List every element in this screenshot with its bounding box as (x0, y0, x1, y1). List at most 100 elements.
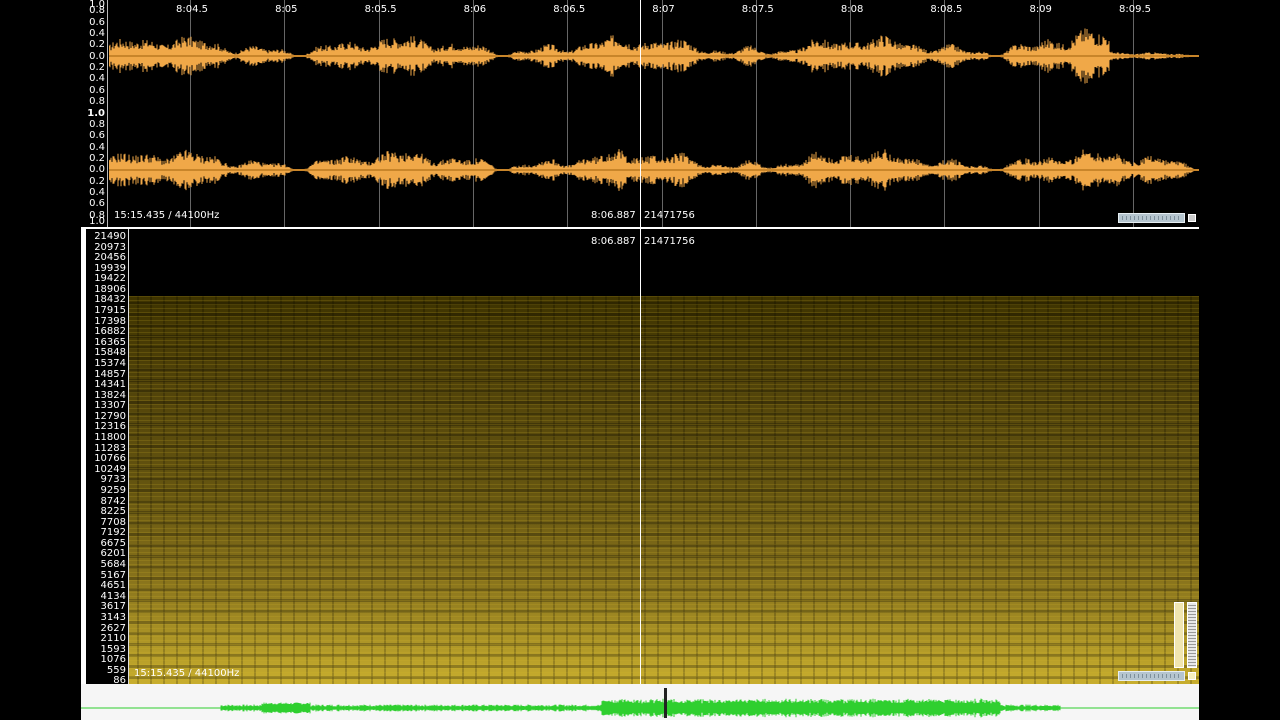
frequency-tick: 9733 (100, 474, 126, 486)
frequency-tick: 10766 (94, 453, 126, 465)
amplitude-tick: 0.4 (89, 73, 105, 85)
time-label: 8:09 (1029, 4, 1052, 15)
amplitude-tick: 0.2 (89, 152, 105, 164)
frequency-tick: 7192 (100, 527, 126, 539)
frequency-tick: 2110 (100, 633, 126, 645)
cursor-time: 8:06.887 (591, 210, 636, 221)
amplitude-tick: 0.8 (89, 118, 105, 130)
cursor-sample: 21471756 (644, 210, 695, 221)
position-info: 15:15.435 / 44100Hz (114, 210, 220, 221)
frequency-tick: 17398 (94, 315, 126, 327)
time-label: 8:08.5 (930, 4, 963, 15)
frequency-tick: 15848 (94, 347, 126, 359)
spectrogram-plot[interactable]: 8:06.887 21471756 15:15.435 / 44100Hz (129, 229, 1199, 684)
time-label: 8:05 (275, 4, 298, 15)
frequency-tick: 20456 (94, 252, 126, 264)
spectrogram-panel[interactable]: 21490 20973 20456 19939 19422 18906 18432 17915… (81, 229, 1199, 686)
overview-waveform (81, 698, 1199, 718)
frequency-tick: 5167 (100, 569, 126, 581)
amplitude-tick: 1.0 (87, 107, 105, 119)
frequency-tick: 8742 (100, 495, 126, 507)
frequency-tick: 11283 (94, 442, 126, 454)
frequency-tick: 4134 (100, 590, 126, 602)
amplitude-tick: 0.2 (89, 175, 105, 187)
frequency-tick: 6675 (100, 537, 126, 549)
frequency-tick: 13824 (94, 389, 126, 401)
frequency-tick: 3617 (100, 601, 126, 613)
playhead-line[interactable] (640, 229, 641, 684)
frequency-tick: 18906 (94, 283, 126, 295)
frequency-tick: 16882 (94, 326, 126, 338)
time-label: 8:09.5 (1119, 4, 1151, 15)
frequency-tick: 20973 (94, 241, 126, 253)
amplitude-tick: 0.2 (89, 62, 105, 74)
frequency-tick: 3143 (100, 611, 126, 623)
frequency-tick: 7708 (100, 516, 126, 528)
amplitude-tick: 0.0 (89, 164, 105, 176)
frequency-axis: 21490 20973 20456 19939 19422 18906 18432 17915… (81, 229, 129, 686)
amplitude-tick: 0.6 (89, 16, 105, 28)
frequency-tick: 10249 (94, 463, 126, 475)
frequency-tick: 14341 (94, 379, 126, 391)
spectrogram-zoom-toggle[interactable] (1188, 672, 1196, 680)
frequency-tick: 4651 (100, 580, 126, 592)
audio-editor: 1.0 0.8 0.6 0.4 0.2 0.0 0.2 0.4 0.6 0.8 1.0 0.8 0.6 0… (81, 0, 1199, 720)
spectrogram-gain-slider[interactable] (1174, 602, 1184, 668)
overview-position-cursor[interactable] (664, 688, 667, 718)
frequency-tick: 21490 (94, 231, 126, 242)
waveform-plot[interactable]: 15:15.435 / 44100Hz 8:06.887 21471756 8:… (109, 0, 1199, 227)
frequency-tick: 18432 (94, 294, 126, 306)
overview-bar[interactable] (81, 684, 1199, 720)
amplitude-tick: 0.6 (89, 84, 105, 96)
frequency-tick: 11800 (94, 432, 126, 444)
frequency-tick: 17915 (94, 305, 126, 317)
waveform-zoom-scrollbar[interactable] (1118, 213, 1185, 223)
waveform-panel[interactable]: 1.0 0.8 0.6 0.4 0.2 0.0 0.2 0.4 0.6 0.8 1.0 0.8 0.6 0… (81, 0, 1199, 227)
frequency-tick: 16365 (94, 336, 126, 348)
frequency-tick: 13307 (94, 400, 126, 412)
spectrogram-scale-bar[interactable] (1187, 602, 1197, 668)
frequency-tick: 559 (106, 664, 126, 676)
time-label: 8:07 (652, 4, 675, 15)
time-label: 8:06 (463, 4, 487, 15)
frequency-tick: 19939 (94, 262, 126, 274)
frequency-axis-bar (81, 229, 86, 684)
cursor-time: 8:06.887 (591, 236, 636, 247)
amplitude-tick: 0.4 (89, 141, 105, 153)
amplitude-tick: 0.2 (89, 39, 105, 51)
spectrogram-zoom-scrollbar[interactable] (1118, 671, 1185, 681)
frequency-tick: 1076 (100, 654, 126, 666)
time-label: 8:08 (840, 4, 864, 15)
frequency-tick: 15374 (94, 357, 126, 369)
time-label: 8:04.5 (176, 4, 208, 15)
amplitude-tick: 0.0 (89, 50, 105, 62)
frequency-tick: 9259 (100, 484, 126, 496)
frequency-tick: 6201 (100, 548, 126, 560)
frequency-tick: 5684 (100, 559, 126, 571)
cursor-sample: 21471756 (644, 236, 695, 247)
amplitude-tick: 1.0 (89, 216, 105, 227)
frequency-tick: 14857 (94, 368, 126, 380)
amplitude-tick: 0.6 (89, 130, 105, 142)
playhead-line[interactable] (640, 0, 641, 227)
amplitude-tick: 0.8 (89, 96, 105, 108)
frequency-tick: 12316 (94, 421, 126, 433)
amplitude-tick: 0.6 (89, 198, 105, 210)
amplitude-tick: 0.4 (89, 186, 105, 198)
amplitude-tick: 0.4 (89, 28, 105, 40)
waveform-channel-right (109, 149, 1199, 191)
amplitude-axis: 1.0 0.8 0.6 0.4 0.2 0.0 0.2 0.4 0.6 0.8 1.0 0.8 0.6 0… (81, 0, 109, 227)
waveform-zoom-toggle[interactable] (1188, 214, 1196, 222)
waveform-channel-left (109, 28, 1199, 84)
time-label: 8:07.5 (741, 4, 774, 15)
frequency-tick: 1593 (100, 643, 126, 655)
position-info: 15:15.435 / 44100Hz (134, 668, 240, 679)
frequency-tick: 19422 (94, 273, 126, 285)
spectrogram-harmonics (129, 296, 1199, 684)
amplitude-axis-line (107, 0, 108, 227)
frequency-tick: 2627 (100, 622, 126, 634)
frequency-tick: 12790 (94, 410, 126, 422)
time-label: 8:06.5 (553, 4, 586, 15)
frequency-tick: 8225 (100, 506, 126, 518)
time-label: 8:05.5 (364, 4, 397, 15)
